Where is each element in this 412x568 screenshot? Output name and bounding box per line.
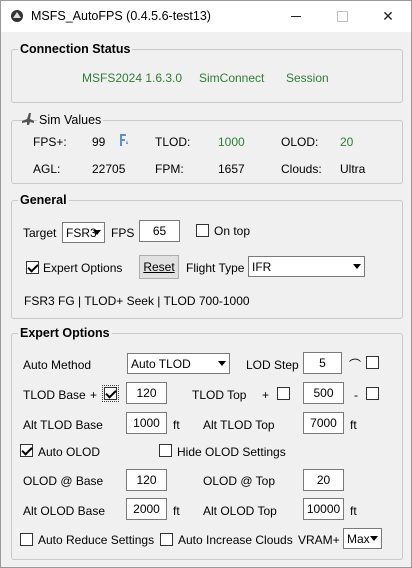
tlod-top-minus-label: - [354,388,358,402]
auto-increase-clouds-label: Auto Increase Clouds [178,533,293,547]
app-window: MSFS_AutoFPS (0.4.5.6-test13) ✕ Connecti… [0,0,412,568]
window-title: MSFS_AutoFPS (0.4.5.6-test13) [31,9,211,23]
chevron-down-icon [218,361,226,366]
lod-step-curve-icon: ⌒ [349,358,362,372]
general-status-line: FSR3 FG | TLOD+ Seek | TLOD 700-1000 [24,294,250,308]
vram-label: VRAM+ [298,533,340,547]
expert-options-checkbox[interactable] [26,261,39,274]
tlod-top-minus-checkbox[interactable] [366,387,379,400]
close-icon: ✕ [382,8,394,24]
connection-status-title: Connection Status [18,42,133,56]
tlod-base-input[interactable]: 120 [126,382,167,404]
tlod-base-plus-checkbox[interactable] [102,385,119,402]
auto-method-label: Auto Method [23,358,92,372]
minimize-icon [291,16,301,17]
frame-gen-icon [120,134,128,146]
airplane-icon [22,113,34,125]
alt-tlod-top-unit: ft [350,418,357,432]
hide-olod-label: Hide OLOD Settings [177,445,286,459]
general-title: General [18,193,69,207]
chevron-down-icon [93,230,101,235]
olod-label: OLOD: [281,135,319,149]
olod-top-label: OLOD @ Top [203,474,275,488]
alt-tlod-top-label: Alt TLOD Top [203,418,275,432]
clouds-label: Clouds: [281,162,322,176]
tlod-label: TLOD: [155,135,191,149]
simconnect-status: SimConnect [199,71,265,85]
session-status: Session [286,71,329,85]
target-label: Target [23,226,57,240]
sim-values-title: Sim Values [37,113,104,127]
tlod-top-input[interactable]: 500 [303,382,344,404]
alt-olod-base-unit: ft [173,504,180,518]
alt-tlod-base-label: Alt TLOD Base [23,418,103,432]
flight-type-dropdown[interactable]: IFR [248,256,365,277]
tlod-value: 1000 [218,135,245,149]
reset-button[interactable]: Reset [139,255,179,279]
fps-target-label: FPS [111,226,135,240]
lod-step-checkbox[interactable] [366,356,379,369]
olod-base-input[interactable]: 120 [126,469,167,491]
alt-olod-top-input[interactable]: 10000 [303,498,344,520]
fpm-label: FPM: [155,162,184,176]
lod-step-label: LOD Step [246,358,299,372]
sim-version-status: MSFS2024 1.6.3.0 [82,71,183,85]
on-top-label: On top [214,224,251,238]
on-top-checkbox[interactable] [196,224,209,237]
auto-method-dropdown[interactable]: Auto TLOD [127,353,230,374]
auto-method-value: Auto TLOD [131,356,191,371]
flight-type-label: Flight Type [186,261,245,275]
alt-tlod-top-input[interactable]: 7000 [303,412,344,434]
olod-top-input[interactable]: 20 [303,469,344,491]
close-button[interactable]: ✕ [365,1,411,32]
auto-reduce-checkbox[interactable] [20,533,33,546]
expert-options-label: Expert Options [43,261,123,275]
olod-value: 20 [340,135,354,149]
fps-label: FPS+: [33,135,67,149]
alt-olod-base-label: Alt OLOD Base [23,504,106,518]
alt-tlod-base-input[interactable]: 1000 [126,412,167,434]
tlod-base-plus-label: + [90,388,98,402]
lod-step-input[interactable]: 5 [303,352,342,374]
app-logo-icon [11,10,23,22]
vram-dropdown[interactable]: Max [343,528,382,549]
auto-reduce-label: Auto Reduce Settings [38,533,155,547]
target-dropdown[interactable]: FSR3 [62,222,105,243]
olod-base-label: OLOD @ Base [23,474,104,488]
vram-value: Max [347,531,370,546]
tlod-base-label: TLOD Base [23,388,86,402]
alt-olod-base-input[interactable]: 2000 [126,498,167,520]
target-fps-input[interactable]: 65 [139,220,180,242]
clouds-value: Ultra [340,162,366,176]
alt-olod-top-label: Alt OLOD Top [203,504,277,518]
alt-olod-top-unit: ft [350,504,357,518]
agl-value: 22705 [92,162,126,176]
minimize-button[interactable] [273,1,319,32]
hide-olod-checkbox[interactable] [159,444,172,457]
tlod-top-label: TLOD Top [192,388,247,402]
tlod-top-plus-label: + [262,388,270,402]
chevron-down-icon [370,536,378,541]
auto-olod-checkbox[interactable] [20,444,33,457]
maximize-button[interactable] [319,1,365,32]
agl-label: AGL: [33,162,61,176]
auto-increase-clouds-checkbox[interactable] [160,533,173,546]
auto-olod-label: Auto OLOD [38,445,101,459]
alt-tlod-base-unit: ft [173,418,180,432]
title-bar: MSFS_AutoFPS (0.4.5.6-test13) ✕ [1,1,411,32]
flight-type-value: IFR [252,259,272,274]
maximize-icon [336,11,348,22]
tlod-top-plus-checkbox[interactable] [277,387,290,400]
fps-value: 99 [92,135,106,149]
chevron-down-icon [353,264,361,269]
expert-options-title: Expert Options [18,326,112,340]
fpm-value: 1657 [218,162,245,176]
